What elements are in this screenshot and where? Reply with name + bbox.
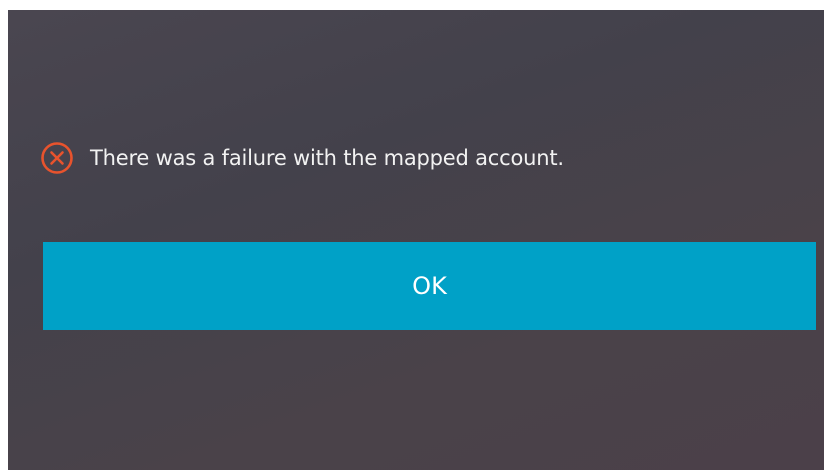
error-message-row: There was a failure with the mapped acco… [40, 135, 564, 181]
error-dialog: There was a failure with the mapped acco… [8, 10, 824, 470]
error-x-icon [40, 141, 74, 175]
ok-button[interactable]: OK [43, 242, 816, 330]
error-message: There was a failure with the mapped acco… [90, 146, 564, 170]
